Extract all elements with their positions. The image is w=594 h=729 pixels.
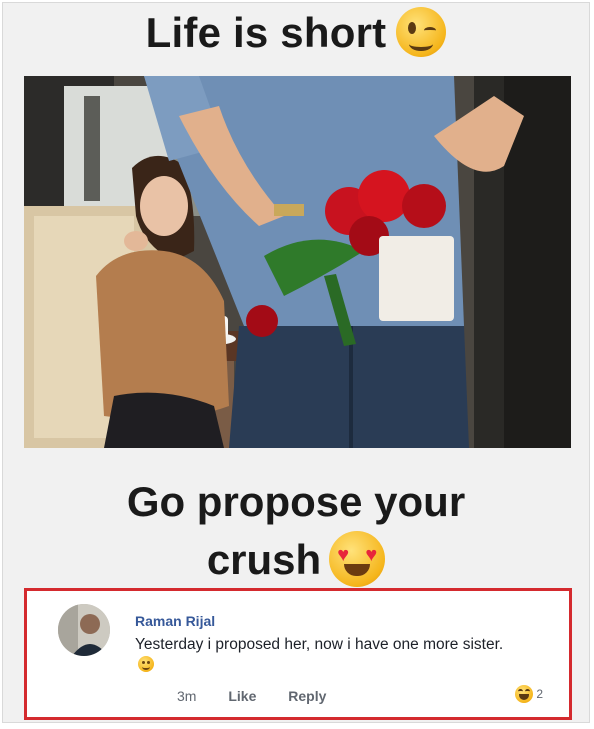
comment-text: Yesterday i proposed her, now i have one… (135, 636, 504, 653)
bottom-caption: Go propose your crush ♥ ♥ (3, 473, 589, 591)
avatar[interactable] (58, 604, 110, 656)
photo-illustration (24, 76, 571, 448)
haha-reaction-icon (515, 685, 534, 703)
meme-card: Life is short Go propose your crush ♥ ♥ … (3, 3, 589, 722)
bottom-caption-line-2-text: crush (206, 536, 322, 583)
bottom-caption-line-1: Go propose your (126, 478, 466, 525)
comment-actions: 3m Like Reply (177, 688, 354, 704)
like-button[interactable]: Like (228, 688, 256, 704)
top-caption: Life is short (3, 6, 589, 61)
comment-timestamp[interactable]: 3m (177, 688, 196, 704)
bottom-caption-line-2: crush ♥ ♥ (3, 530, 589, 591)
reply-button[interactable]: Reply (288, 688, 326, 704)
avatar-photo-icon (58, 604, 110, 656)
heart-eyes-face-icon: ♥ ♥ (329, 530, 386, 587)
winking-face-icon (396, 6, 447, 57)
meme-photo (24, 76, 571, 448)
reaction-summary[interactable]: 2 (515, 685, 543, 703)
comment-body: Yesterday i proposed her, now i have one… (135, 635, 515, 675)
smiling-face-icon (138, 655, 154, 672)
top-caption-text: Life is short (145, 9, 387, 56)
commenter-name[interactable]: Raman Rijal (135, 613, 215, 629)
reaction-count: 2 (536, 687, 543, 701)
comment-card: Raman Rijal Yesterday i proposed her, no… (24, 588, 572, 720)
